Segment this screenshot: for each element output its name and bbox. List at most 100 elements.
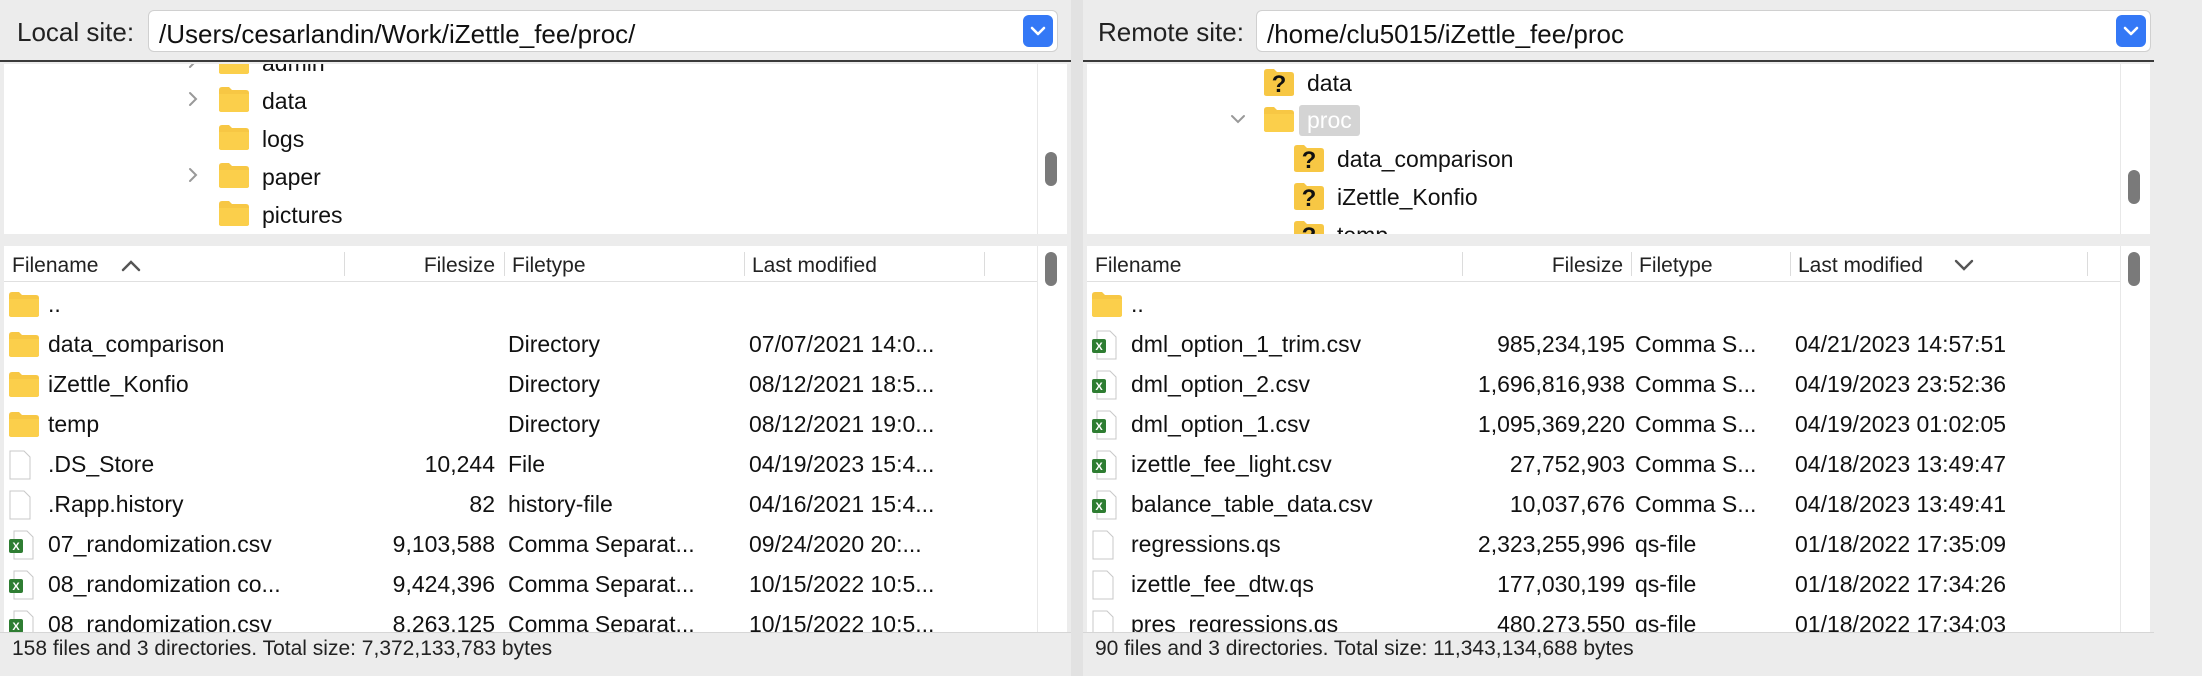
file-row[interactable]: .. (1087, 284, 2117, 324)
local-list-scrollbar[interactable] (1037, 246, 1067, 632)
expand-toggle[interactable] (184, 90, 202, 108)
file-row[interactable]: iZettle_Konfio Directory 08/12/2021 18:5..… (4, 364, 1034, 404)
file-modified: 08/12/2021 18:5... (749, 371, 935, 397)
file-name: dml_option_1_trim.csv (1131, 331, 1362, 357)
local-col-filetype[interactable]: Filetype (512, 254, 586, 278)
file-name: .DS_Store (48, 451, 155, 477)
folder-icon (219, 125, 249, 150)
folder-icon (1264, 107, 1294, 132)
chevron-right-icon (189, 168, 198, 182)
file-row[interactable]: X 08_randomization co... 9,424,396 Comma Se… (4, 564, 1034, 604)
expand-toggle[interactable] (184, 166, 202, 184)
file-name: dml_option_1.csv (1131, 411, 1310, 437)
file-name: temp (48, 411, 100, 437)
local-tree-item[interactable]: pictures (184, 196, 584, 232)
svg-text:X: X (12, 581, 20, 593)
remote-tree-item[interactable]: ? data_comparison (1259, 140, 1659, 176)
folder-icon (1092, 292, 1122, 317)
remote-col-modified[interactable]: Last modified (1798, 254, 1923, 278)
file-size: 8,263,125 (392, 611, 495, 632)
svg-text:X: X (1095, 421, 1103, 433)
local-tree-item-label: paper (262, 164, 321, 190)
file-row[interactable]: .. (4, 284, 1034, 324)
local-site-dropdown-button[interactable] (1023, 15, 1053, 47)
chevron-down-icon (1231, 115, 1245, 124)
folder-icon (9, 372, 39, 397)
local-pane: Local site: /Users/cesarlandin/Work/iZet… (0, 0, 1071, 676)
remote-file-list[interactable]: Filename Filesize Filetype Last modified… (1087, 246, 2150, 632)
remote-tree-scroll-thumb[interactable] (2128, 170, 2140, 204)
local-col-modified[interactable]: Last modified (752, 254, 877, 278)
remote-tree-item[interactable]: ? data (1229, 64, 1629, 100)
file-icon (1092, 530, 1114, 560)
file-name: 08_randomization co... (48, 571, 281, 597)
remote-site-path[interactable]: /home/clu5015/iZettle_fee/proc (1267, 19, 1624, 50)
file-row[interactable]: Xizettle_fee_light.csv 27,752,903 Comma S.… (1087, 444, 2117, 484)
unknown-folder-icon: ? (1294, 145, 1324, 174)
remote-site-path-combo[interactable]: /home/clu5015/iZettle_fee/proc (1256, 10, 2151, 52)
remote-col-filesize[interactable]: Filesize (1473, 254, 1623, 278)
remote-tree-scrollbar[interactable] (2120, 64, 2150, 234)
file-row[interactable]: data_comparison Directory 07/07/2021 14:0.… (4, 324, 1034, 364)
local-directory-tree[interactable]: pictures paper logs data admin (4, 64, 1067, 234)
local-file-list[interactable]: Filename Filesize Filetype Last modified… (4, 246, 1067, 632)
local-tree-item-label: admin (262, 64, 325, 77)
file-size: 10,244 (424, 451, 495, 477)
csv-file-icon: X (9, 570, 34, 600)
local-tree-item[interactable]: logs (184, 120, 584, 156)
remote-col-filetype[interactable]: Filetype (1639, 254, 1713, 278)
local-tree-scroll-thumb[interactable] (1045, 152, 1057, 186)
folder-icon (9, 412, 39, 437)
file-row[interactable]: .Rapp.history 82 history-file 04/16/2021 15… (4, 484, 1034, 524)
remote-tree-item[interactable]: ? iZettle_Konfio (1259, 178, 1659, 214)
file-row[interactable]: pres_regressions.qs 480,273,550 qs-file 01/… (1087, 604, 2117, 632)
collapse-toggle[interactable] (1229, 110, 1247, 128)
file-type: Comma Separat... (508, 531, 695, 557)
file-row[interactable]: X 07_randomization.csv 9,103,588 Comma Sepa… (4, 524, 1034, 564)
file-row[interactable]: X 08_randomization.csv 8,263,125 Comma Sepa… (4, 604, 1034, 632)
remote-site-dropdown-button[interactable] (2116, 15, 2146, 47)
pane-divider[interactable] (1071, 0, 1083, 676)
remote-tree-item-selected[interactable]: proc (1229, 102, 1629, 138)
local-tree-item[interactable]: data (184, 82, 584, 118)
local-col-filename[interactable]: Filename (12, 254, 98, 278)
remote-directory-tree[interactable]: ? temp ? iZettle_Konfio? data_comparison proc… (1087, 64, 2150, 234)
local-list-scroll-thumb[interactable] (1045, 252, 1057, 286)
local-site-path[interactable]: /Users/cesarlandin/Work/iZettle_fee/proc… (159, 19, 635, 50)
local-tree-item[interactable]: paper (184, 158, 584, 194)
file-row[interactable]: regressions.qs 2,323,255,996 qs-file 01/18/… (1087, 524, 2117, 564)
svg-text:X: X (1095, 501, 1103, 513)
remote-list-scrollbar[interactable] (2120, 246, 2150, 632)
file-row[interactable]: Xbalance_table_data.csv 10,037,676 Comma S… (1087, 484, 2117, 524)
svg-text:X: X (1095, 341, 1103, 353)
local-col-filesize[interactable]: Filesize (355, 254, 495, 278)
local-site-bar: Local site: /Users/cesarlandin/Work/iZet… (0, 0, 1071, 62)
remote-tree-item-label: proc (1299, 105, 1360, 136)
svg-text:X: X (12, 621, 20, 632)
expand-toggle[interactable] (184, 64, 202, 70)
file-name: 07_randomization.csv (48, 531, 272, 557)
remote-list-header: Filename Filesize Filetype Last modified (1087, 246, 2150, 282)
remote-col-filename[interactable]: Filename (1095, 254, 1181, 278)
local-tree-item[interactable]: admin (184, 64, 584, 80)
local-site-path-combo[interactable]: /Users/cesarlandin/Work/iZettle_fee/proc… (148, 10, 1058, 52)
remote-list-scroll-thumb[interactable] (2128, 252, 2140, 286)
file-row[interactable]: Xdml_option_2.csv 1,696,816,938 Comma S...… (1087, 364, 2117, 404)
file-type: Comma Separat... (508, 571, 695, 597)
file-name: dml_option_2.csv (1131, 371, 1310, 397)
file-row[interactable]: temp Directory 08/12/2021 19:0... (4, 404, 1034, 444)
folder-icon (219, 87, 249, 112)
csv-file-icon: X (9, 530, 34, 560)
file-type: File (508, 451, 546, 477)
file-row[interactable]: izettle_fee_dtw.qs 177,030,199 qs-file 01/1… (1087, 564, 2117, 604)
file-type: Comma S... (1635, 491, 1757, 517)
file-size: 9,424,396 (392, 571, 495, 597)
file-row[interactable]: Xdml_option_1_trim.csv 985,234,195 Comma S… (1087, 324, 2117, 364)
file-row[interactable]: Xdml_option_1.csv 1,095,369,220 Comma S...… (1087, 404, 2117, 444)
file-row[interactable]: .DS_Store 10,244 File 04/19/2023 15:4... (4, 444, 1034, 484)
file-type: qs-file (1635, 531, 1697, 557)
file-type: Comma S... (1635, 331, 1757, 357)
local-tree-scrollbar[interactable] (1037, 64, 1067, 234)
remote-tree-item[interactable]: ? temp (1259, 216, 1659, 234)
file-name: balance_table_data.csv (1131, 491, 1373, 517)
